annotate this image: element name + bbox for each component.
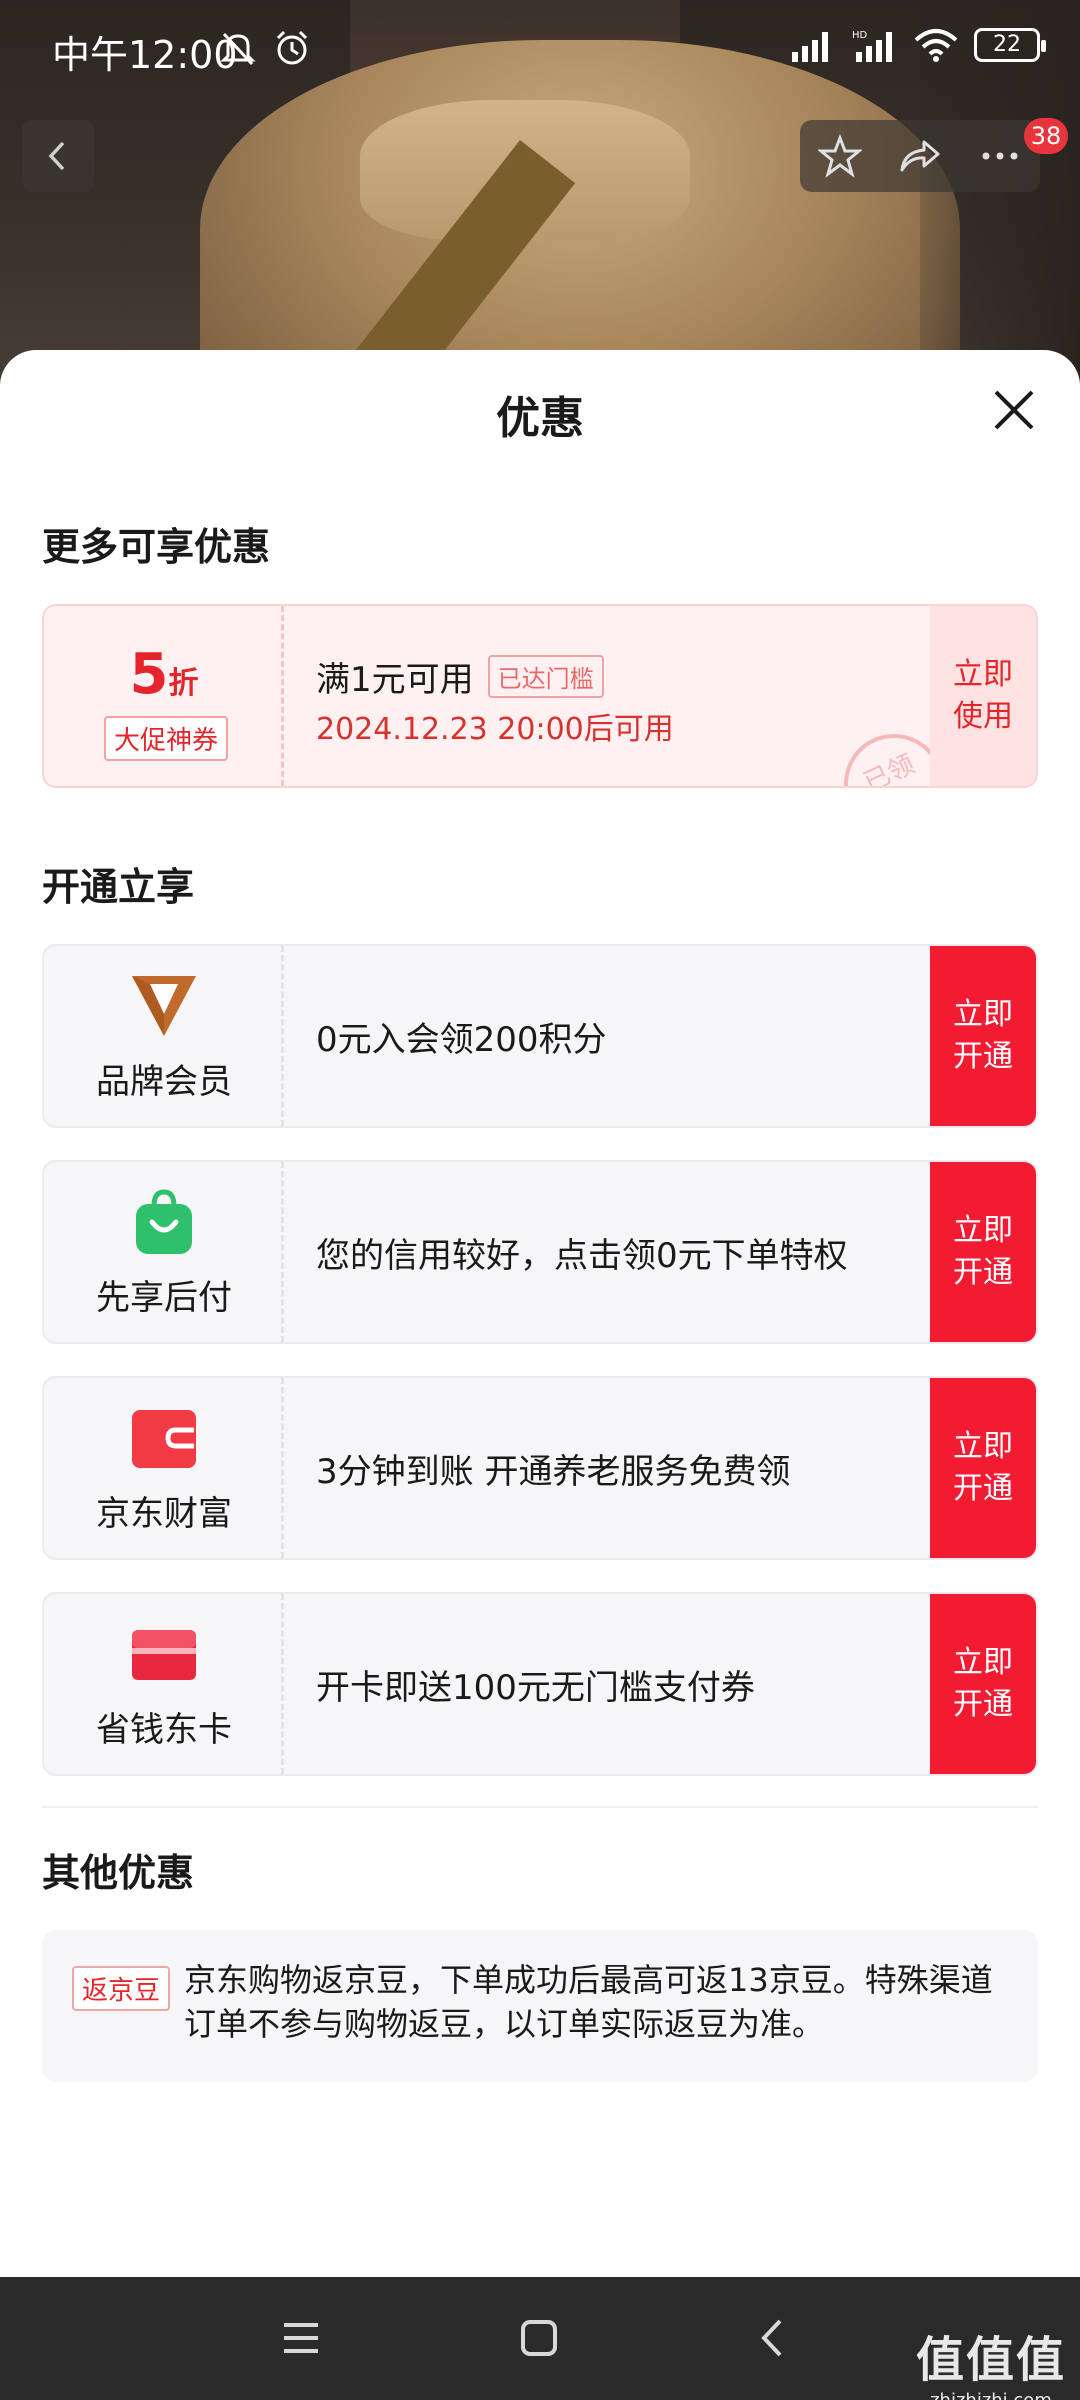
jingdou-tag: 返京豆 xyxy=(72,1966,171,2011)
share-icon[interactable] xyxy=(898,134,942,178)
open-now-button[interactable]: 立即 开通 xyxy=(930,1378,1036,1558)
card-left: 京东财富 xyxy=(44,1378,284,1558)
card-description: 开卡即送100元无门槛支付券 xyxy=(316,1667,755,1708)
other-discount-box: 返京豆 京东购物返京豆，下单成功后最高可返13京豆。特殊渠道订单不参与购物返豆，… xyxy=(42,1930,1038,2082)
use-now-label: 立即 使用 xyxy=(953,657,1013,734)
member-card-savings[interactable]: 省钱东卡 开卡即送100元无门槛支付券 立即 开通 xyxy=(42,1592,1038,1776)
card-label: 品牌会员 xyxy=(96,1062,232,1102)
status-right-icons: HD 22 xyxy=(790,28,1046,62)
chevron-left-icon xyxy=(48,141,65,171)
section-title-open: 开通立享 xyxy=(42,865,195,909)
open-now-label: 立即 开通 xyxy=(953,1645,1013,1722)
back-nav-icon[interactable] xyxy=(748,2313,798,2363)
wallet-icon xyxy=(132,1410,196,1468)
star-icon[interactable] xyxy=(818,134,862,178)
open-now-label: 立即 开通 xyxy=(953,997,1013,1074)
section-title-other: 其他优惠 xyxy=(42,1851,195,1895)
home-icon[interactable] xyxy=(514,2313,564,2363)
notification-badge: 38 xyxy=(1024,118,1068,154)
coupon-card[interactable]: 5折 大促神券 满1元可用 已达门槛 2024.12.23 20:00后可用 已… xyxy=(42,604,1038,788)
card-left: 省钱东卡 xyxy=(44,1594,284,1774)
open-now-button[interactable]: 立即 开通 xyxy=(930,1162,1036,1342)
watermark-main: 值值值 xyxy=(915,2332,1066,2388)
signal-hd-icon: HD xyxy=(852,30,892,62)
close-button[interactable] xyxy=(986,382,1042,438)
signal-icon xyxy=(792,32,828,62)
coupon-left: 5折 大促神券 xyxy=(44,606,284,786)
status-bar: 中午12:00 HD 22 xyxy=(0,0,1080,100)
coupon-reached-badge: 已达门槛 xyxy=(487,655,604,698)
open-now-label: 立即 开通 xyxy=(953,1213,1013,1290)
brand-member-v-icon xyxy=(132,976,196,1036)
card-label: 先享后付 xyxy=(96,1278,232,1318)
jingdou-description: 京东购物返京豆，下单成功后最高可返13京豆。特殊渠道订单不参与购物返豆，以订单实… xyxy=(184,1961,993,2043)
more-icon[interactable] xyxy=(978,134,1022,178)
section-title-more: 更多可享优惠 xyxy=(42,525,271,569)
watermark: 值值值 zhizhizhi.com xyxy=(916,2320,1066,2400)
member-card-paylater[interactable]: 先享后付 您的信用较好，点击领0元下单特权 立即 开通 xyxy=(42,1160,1038,1344)
status-time: 中午12:00 xyxy=(52,33,238,77)
alarm-icon xyxy=(276,30,308,65)
coupon-amount-unit: 折 xyxy=(168,666,199,701)
card-label: 省钱东卡 xyxy=(96,1710,232,1750)
coupon-amount: 5折 xyxy=(44,642,284,707)
shopping-bag-icon xyxy=(136,1189,192,1254)
close-icon xyxy=(994,390,1034,430)
bank-card-icon xyxy=(132,1630,196,1680)
card-description: 您的信用较好，点击领0元下单特权 xyxy=(316,1235,848,1276)
member-card-brand[interactable]: 品牌会员 0元入会领200积分 立即 开通 xyxy=(42,944,1038,1128)
discount-sheet: 优惠 更多可享优惠 5折 大促神券 满1元可用 已达门槛 2024.12.23 … xyxy=(0,350,1080,2277)
card-label: 京东财富 xyxy=(96,1494,232,1534)
card-left: 先享后付 xyxy=(44,1162,284,1342)
card-description: 3分钟到账 开通养老服务免费领 xyxy=(316,1451,791,1492)
card-left: 品牌会员 xyxy=(44,946,284,1126)
svg-text:HD: HD xyxy=(852,30,868,41)
coupon-condition-text: 满1元可用 xyxy=(316,660,474,700)
watermark-sub: zhizhizhi.com xyxy=(916,2390,1066,2400)
wifi-icon xyxy=(914,29,958,62)
section-divider xyxy=(42,1806,1038,1808)
sheet-title: 优惠 xyxy=(496,393,584,444)
coupon-amount-value: 5 xyxy=(129,642,169,707)
open-now-button[interactable]: 立即 开通 xyxy=(930,1594,1036,1774)
coupon-date: 2024.12.23 20:00后可用 xyxy=(316,712,674,747)
mute-bell-icon xyxy=(220,32,256,66)
menu-icon[interactable] xyxy=(276,2313,326,2363)
status-left-icons xyxy=(218,28,312,68)
back-button[interactable] xyxy=(22,120,94,192)
use-now-button[interactable]: 立即 使用 xyxy=(930,606,1036,786)
open-now-button[interactable]: 立即 开通 xyxy=(930,946,1036,1126)
member-card-wealth[interactable]: 京东财富 3分钟到账 开通养老服务免费领 立即 开通 xyxy=(42,1376,1038,1560)
battery-indicator: 22 xyxy=(974,28,1046,62)
coupon-tag: 大促神券 xyxy=(104,716,229,761)
open-now-label: 立即 开通 xyxy=(953,1429,1013,1506)
top-action-group xyxy=(800,120,1040,192)
coupon-condition: 满1元可用 已达门槛 xyxy=(316,652,604,701)
card-description: 0元入会领200积分 xyxy=(316,1019,607,1060)
